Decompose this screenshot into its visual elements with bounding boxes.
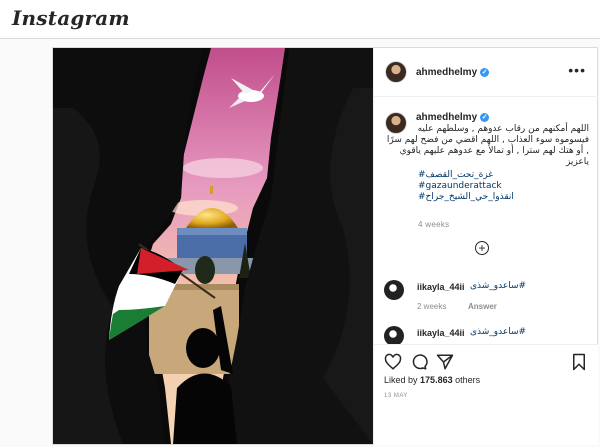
hashtag-list: غزة_تحت_القصف# #gazaunderattack انقذوا_ح… [418,170,588,203]
reply-button[interactable]: Answer [468,302,497,311]
comment-text[interactable]: ساعدو_شذى# [470,327,526,337]
heart-icon[interactable] [384,353,402,371]
hashtag-link[interactable]: #gazaunderattack [418,181,588,192]
share-icon[interactable] [436,353,454,371]
comment-icon[interactable] [410,353,428,371]
comment-avatar[interactable] [384,326,404,346]
hashtag-link[interactable]: غزة_تحت_القصف# [418,170,588,181]
bookmark-icon[interactable] [570,353,588,371]
comment-timestamp[interactable]: 2 weeks [417,302,446,311]
post-image-artwork [53,48,373,444]
ellipsis-icon[interactable]: ••• [568,62,586,78]
post-username[interactable]: ahmedhelmy ✓ [416,67,490,78]
caption-timestamp[interactable]: 4 weeks [418,220,449,229]
comment-username[interactable]: iikayla_44ii [417,328,465,338]
post-date[interactable]: 13 MAY [384,393,408,399]
username-text[interactable]: ahmedhelmy [416,67,477,78]
likes-prefix: Liked by [384,375,418,385]
comment-text[interactable]: ساعدو_شذى# [470,281,526,291]
avatar[interactable] [385,61,407,83]
comment-username[interactable]: iikayla_44ii [417,282,465,292]
caption-username-text[interactable]: ahmedhelmy [416,112,477,123]
likes-summary[interactable]: Liked by 175.863 others [384,375,480,385]
caption-username[interactable]: ahmedhelmy ✓ [416,112,490,123]
post-modal: ahmedhelmy ✓ ••• ahmedhelmy ✓ اللهم أمكنهم… [52,47,598,445]
comment-avatar[interactable] [384,280,404,300]
top-navigation-bar: Instagram [0,0,600,39]
plus-circle-icon[interactable]: + [475,241,489,255]
comment-item: iikayla_44ii ساعدو_شذى# 2 weeks Answer [384,280,589,320]
post-image[interactable] [53,48,373,444]
instagram-logo[interactable]: Instagram [12,6,130,30]
caption-text: اللهم أمكنهم من رقاب عدوهم , وسلطهم عليه… [386,124,589,167]
verified-badge-icon: ✓ [480,67,490,77]
post-actions-bar: Liked by 175.863 others 13 MAY [374,344,598,445]
verified-badge-icon: ✓ [480,112,490,122]
post-sidebar: ahmedhelmy ✓ ••• ahmedhelmy ✓ اللهم أمكنهم… [373,48,598,445]
likes-suffix[interactable]: others [455,375,480,385]
likes-count[interactable]: 175.863 [420,375,453,385]
hashtag-link[interactable]: انقذوا_حي_الشيخ_جراح# [418,192,588,203]
post-header: ahmedhelmy ✓ ••• [374,48,598,97]
